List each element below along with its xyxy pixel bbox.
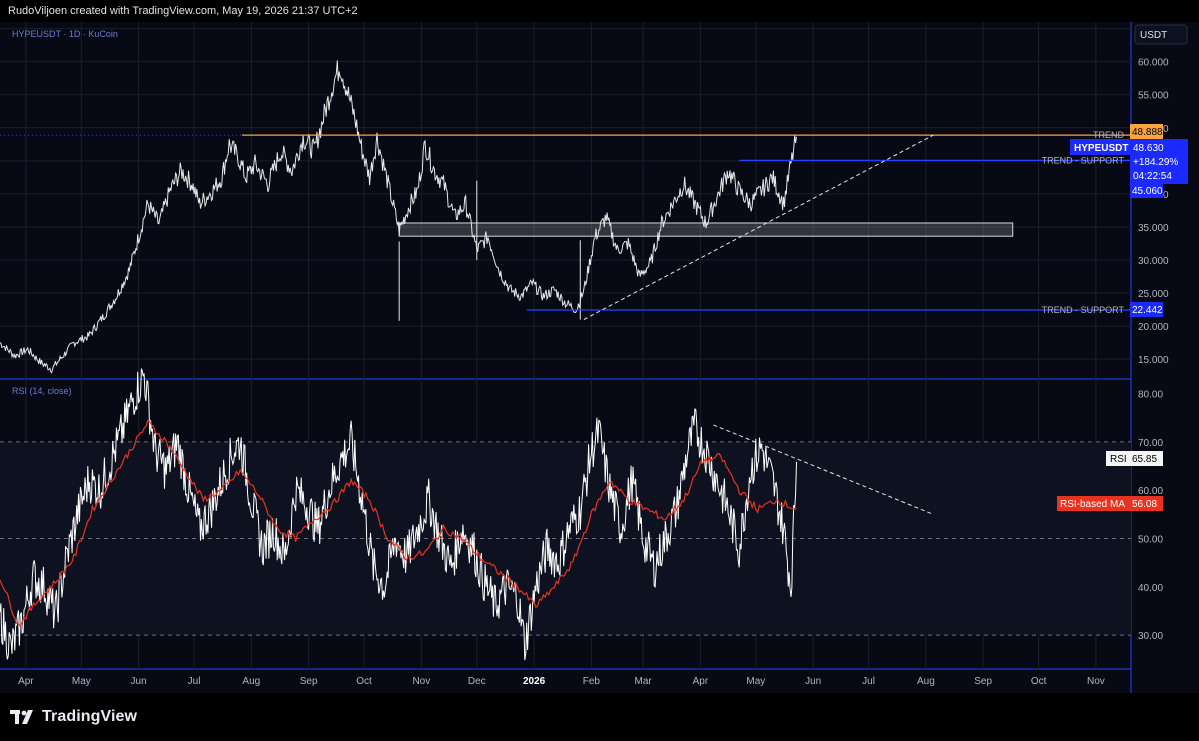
time-tick-label: Mar: [635, 676, 653, 687]
rsi-ma-value-text: 56.08: [1132, 499, 1157, 510]
time-tick-label: Dec: [468, 676, 486, 687]
price-tick-label: 30.000: [1138, 256, 1169, 267]
time-tick-label: May: [746, 676, 765, 687]
time-tick-label: Apr: [18, 676, 34, 687]
price-pane[interactable]: [0, 22, 1131, 379]
time-tick-label: Feb: [583, 676, 601, 687]
credit-text: RudoViljoen created with TradingView.com…: [8, 5, 358, 17]
countdown-text: 04:22:54: [1133, 171, 1172, 182]
time-tick-label: Aug: [917, 676, 935, 687]
time-tick-label: Nov: [412, 676, 430, 687]
rsi-tick-label: 40.00: [1138, 583, 1163, 594]
last-price-text: 48.630: [1133, 143, 1164, 154]
time-tick-label: Apr: [693, 676, 709, 687]
price-tick-label: 60.000: [1138, 58, 1169, 69]
trend-value-text: 48.888: [1132, 127, 1163, 138]
symbol-label: HYPEUSDT · 1D · KuCoin: [12, 29, 118, 39]
tradingview-logo[interactable]: TradingView: [10, 708, 137, 726]
time-tick-label: Nov: [1087, 676, 1105, 687]
rsi-tick-label: 60.00: [1138, 486, 1163, 497]
trend-line-label: TREND - SUPPORT: [1042, 155, 1125, 165]
tradingview-logo-icon: [10, 710, 36, 724]
rsi-label: RSI (14, close): [12, 386, 72, 396]
time-tick-label: 2026: [523, 676, 546, 687]
time-tick-label: Jul: [862, 676, 875, 687]
time-tick-label: Jun: [131, 676, 147, 687]
time-tick-label: Sep: [974, 676, 992, 687]
change-text: +184.29%: [1133, 157, 1178, 168]
symbol-tag-text: HYPEUSDT: [1074, 143, 1128, 154]
price-tick-label: 25.000: [1138, 289, 1169, 300]
trend-line-label: TREND: [1093, 130, 1124, 140]
time-tick-label: Jun: [805, 676, 821, 687]
time-tick-label: May: [72, 676, 91, 687]
rsi-ma-name-text: RSI-based MA: [1060, 499, 1125, 510]
rsi-name-text: RSI: [1110, 454, 1127, 465]
rsi-tick-label: 80.00: [1138, 390, 1163, 401]
trend-line-label: TREND - SUPPORT: [1042, 305, 1125, 315]
time-tick-label: Jul: [188, 676, 201, 687]
time-tick-label: Sep: [300, 676, 318, 687]
currency-button-label: USDT: [1140, 30, 1167, 41]
chart-area[interactable]: TREND TREND - SUPPORT TREND - SUPPORT Apr M…: [0, 22, 1199, 693]
time-tick-label: Aug: [242, 676, 260, 687]
price-tick-label: 15.000: [1138, 355, 1169, 366]
rsi-value-text: 65.85: [1132, 454, 1157, 465]
time-axis[interactable]: [0, 669, 1131, 693]
rsi-tick-label: 30.00: [1138, 631, 1163, 642]
chart-svg[interactable]: TREND TREND - SUPPORT TREND - SUPPORT Apr M…: [0, 22, 1199, 693]
price-tick-label: 35.000: [1138, 223, 1169, 234]
support-2-text: 22.442: [1132, 305, 1163, 316]
price-tick-label: 20.000: [1138, 322, 1169, 333]
support-1-text: 45.060: [1132, 186, 1163, 197]
time-tick-label: Oct: [356, 676, 372, 687]
rsi-tick-label: 50.00: [1138, 535, 1163, 546]
tradingview-brand: TradingView: [42, 708, 138, 725]
price-tick-label: 55.000: [1138, 91, 1169, 102]
header-bar: RudoViljoen created with TradingView.com…: [0, 0, 1199, 22]
time-tick-label: Oct: [1031, 676, 1047, 687]
rsi-tick-label: 70.00: [1138, 438, 1163, 449]
footer-bar: [0, 693, 1199, 741]
